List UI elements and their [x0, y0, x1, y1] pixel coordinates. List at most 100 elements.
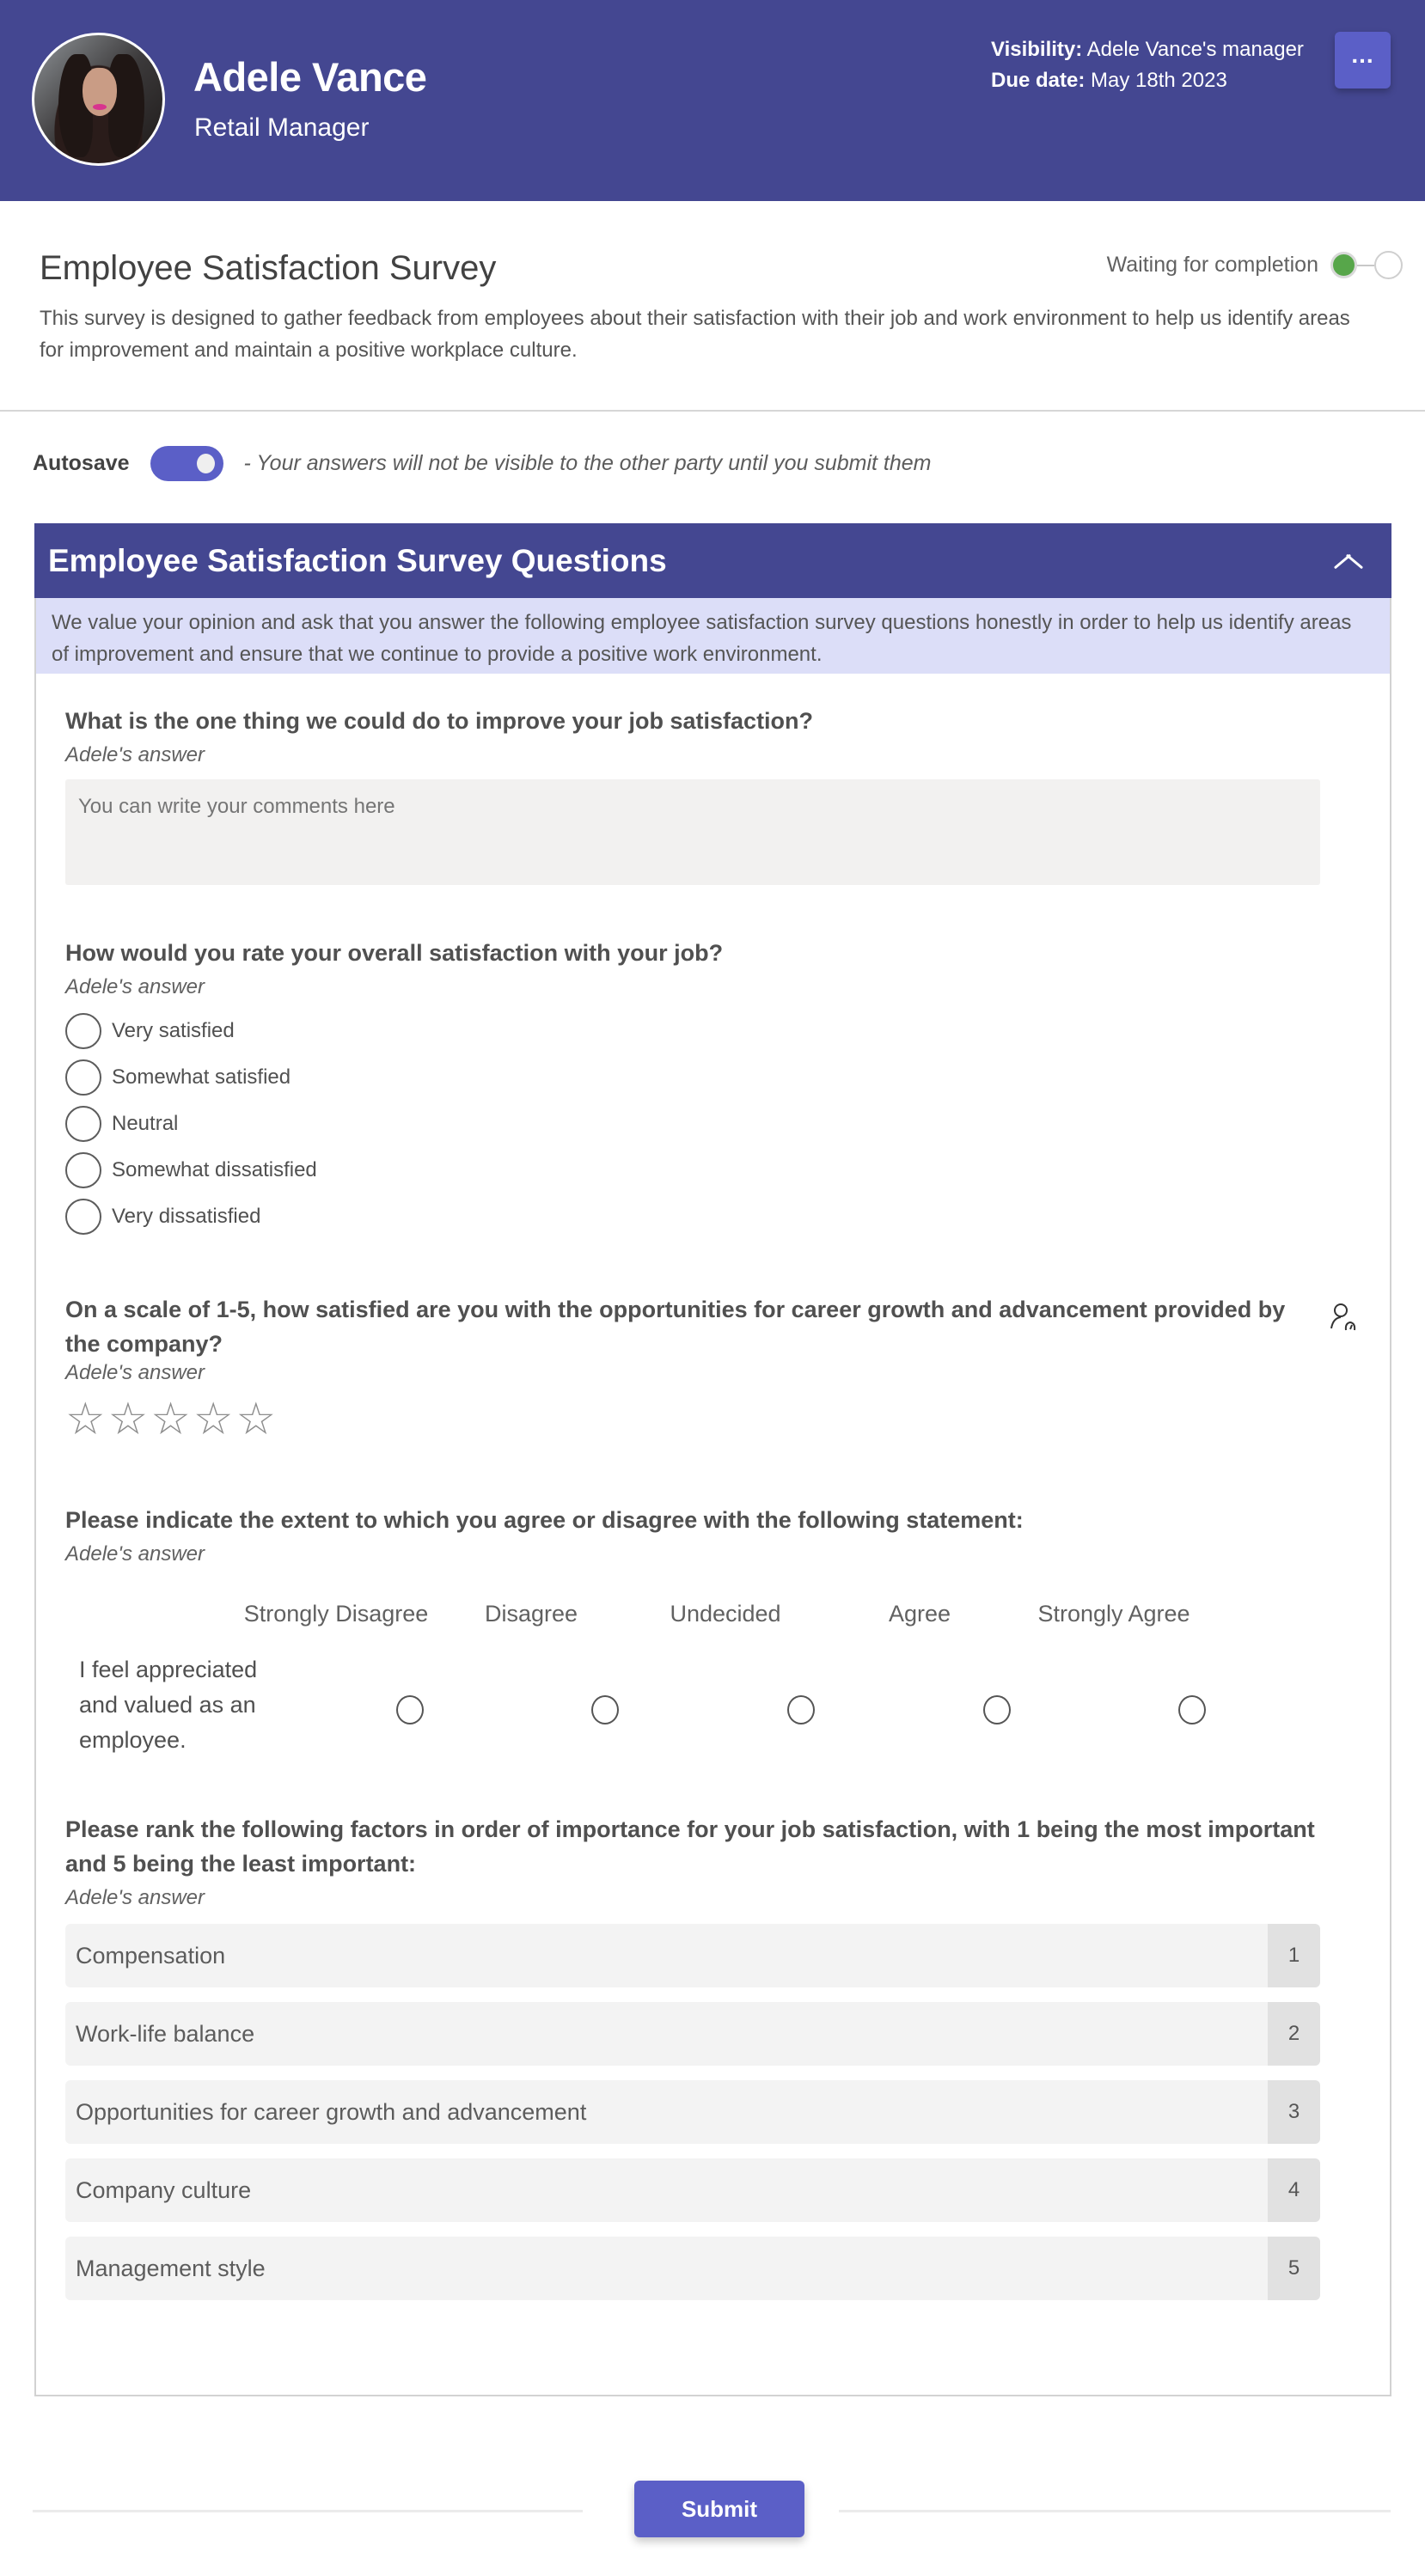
likert-radio-disagree[interactable] [591, 1695, 619, 1724]
option-somewhat-satisfied[interactable]: Somewhat satisfied [65, 1054, 1361, 1101]
visibility-row: Visibility: Adele Vance's manager [991, 34, 1304, 65]
rank-item-label: Company culture [76, 2176, 252, 2203]
option-label: Somewhat dissatisfied [112, 1158, 317, 1181]
user-name: Adele Vance [193, 54, 427, 100]
rank-item-label: Management style [76, 2255, 266, 2281]
radio-icon[interactable] [65, 1059, 101, 1096]
status-step-done-icon [1330, 252, 1357, 278]
star-rating: ☆ ☆ ☆ ☆ ☆ [65, 1394, 1361, 1445]
autosave-bar: Autosave - Your answers will not be visi… [0, 412, 1425, 523]
likert-column-header: Disagree [484, 1601, 578, 1627]
option-label: Somewhat satisfied [112, 1065, 291, 1089]
survey-title: Employee Satisfaction Survey [40, 249, 497, 287]
due-date-label: Due date: [991, 69, 1086, 92]
footer-divider-right [839, 2510, 1391, 2512]
completion-status: Waiting for completion [1107, 251, 1403, 279]
rank-item-label: Opportunities for career growth and adva… [76, 2098, 587, 2125]
option-label: Very satisfied [112, 1019, 235, 1042]
autosave-note: - Your answers will not be visible to th… [243, 451, 932, 475]
question-open-text: What is the one thing we could do to imp… [65, 704, 1361, 889]
likert-radio-strongly-agree[interactable] [1178, 1695, 1206, 1724]
rank-number: 2 [1268, 2002, 1320, 2066]
autosave-toggle[interactable] [150, 446, 223, 481]
question-title: On a scale of 1-5, how satisfied are you… [65, 1297, 1286, 1357]
due-date-value: May 18th 2023 [1091, 69, 1227, 92]
survey-description: This survey is designed to gather feedba… [40, 307, 1350, 362]
likert-column-header: Agree [888, 1601, 951, 1627]
footer: Submit [0, 2396, 1425, 2568]
radio-icon[interactable] [65, 1152, 101, 1188]
visibility-label: Visibility: [991, 38, 1083, 61]
rank-number: 5 [1268, 2237, 1320, 2300]
radio-icon[interactable] [65, 1106, 101, 1142]
rank-item[interactable]: Management style 5 [65, 2237, 1320, 2300]
question-title: Please indicate the extent to which you … [65, 1507, 1024, 1533]
likert-radio-strongly-disagree[interactable] [396, 1695, 424, 1724]
rank-number: 3 [1268, 2080, 1320, 2144]
assignment-meta: Visibility: Adele Vance's manager Due da… [991, 34, 1304, 96]
panel-intro: We value your opinion and ask that you a… [36, 598, 1390, 674]
answer-label: Adele's answer [65, 975, 205, 998]
option-very-satisfied[interactable]: Very satisfied [65, 1008, 1361, 1054]
questions-panel: Employee Satisfaction Survey Questions W… [34, 523, 1391, 2396]
rank-item[interactable]: Compensation 1 [65, 1924, 1320, 1987]
question-title: Please rank the following factors in ord… [65, 1816, 1315, 1877]
visibility-value: Adele Vance's manager [1086, 38, 1304, 61]
star-icon[interactable]: ☆ [65, 1394, 106, 1445]
due-date-row: Due date: May 18th 2023 [991, 65, 1304, 96]
rank-number: 1 [1268, 1924, 1320, 1987]
chevron-up-icon[interactable] [1335, 552, 1362, 570]
status-label: Waiting for completion [1106, 253, 1318, 277]
likert-column-header: Strongly Agree [1037, 1601, 1190, 1627]
status-step-connector [1357, 264, 1374, 266]
panel-title: Employee Satisfaction Survey Questions [48, 542, 667, 578]
likert-column-header: Strongly Disagree [243, 1601, 429, 1627]
likert-radio-agree[interactable] [983, 1695, 1011, 1724]
rank-item[interactable]: Opportunities for career growth and adva… [65, 2080, 1320, 2144]
profile-header: Adele Vance Retail Manager Visibility: A… [0, 0, 1425, 201]
radio-icon[interactable] [65, 1013, 101, 1049]
option-label: Very dissatisfied [112, 1205, 261, 1228]
likert-radio-undecided[interactable] [787, 1695, 815, 1724]
submit-button[interactable]: Submit [634, 2481, 804, 2537]
rank-item-label: Work-life balance [76, 2020, 255, 2047]
likert-statement: I feel appreciated and valued as an empl… [79, 1657, 258, 1753]
satisfaction-options: Very satisfied Somewhat satisfied Neutra… [65, 1008, 1361, 1240]
question-likert: Please indicate the extent to which you … [65, 1503, 1361, 1773]
status-step-pending-icon [1374, 251, 1403, 279]
more-options-button[interactable]: ... [1335, 32, 1391, 89]
autosave-label: Autosave [33, 451, 130, 475]
rank-number: 4 [1268, 2158, 1320, 2222]
radio-icon[interactable] [65, 1199, 101, 1235]
toggle-knob [196, 454, 215, 473]
answer-label: Adele's answer [65, 1361, 205, 1384]
footer-divider-left [33, 2510, 583, 2512]
rank-item[interactable]: Work-life balance 2 [65, 2002, 1320, 2066]
star-icon[interactable]: ☆ [108, 1394, 149, 1445]
star-icon[interactable]: ☆ [193, 1394, 234, 1445]
question-title: What is the one thing we could do to imp… [65, 708, 814, 734]
more-icon: ... [1351, 41, 1374, 68]
avatar-lips [93, 104, 107, 110]
likert-column-header: Undecided [670, 1601, 781, 1627]
question-rating: On a scale of 1-5, how satisfied are you… [65, 1292, 1361, 1445]
star-icon[interactable]: ☆ [236, 1394, 277, 1445]
ranking-list: Compensation 1 Work-life balance 2 Oppor… [65, 1924, 1361, 2300]
star-icon[interactable]: ☆ [150, 1394, 191, 1445]
likert-grid: Strongly Disagree Disagree Undecided Agr… [65, 1601, 1361, 1773]
person-feedback-icon[interactable] [1326, 1301, 1361, 1335]
survey-intro: Employee Satisfaction Survey Waiting for… [0, 201, 1425, 412]
comment-input[interactable] [65, 779, 1320, 885]
avatar [32, 33, 165, 166]
question-ranking: Please rank the following factors in ord… [65, 1812, 1361, 2315]
option-somewhat-dissatisfied[interactable]: Somewhat dissatisfied [65, 1147, 1361, 1193]
answer-label: Adele's answer [65, 743, 205, 766]
answer-label: Adele's answer [65, 1542, 205, 1566]
panel-header[interactable]: Employee Satisfaction Survey Questions [34, 523, 1391, 598]
question-title: How would you rate your overall satisfac… [65, 940, 724, 966]
option-neutral[interactable]: Neutral [65, 1101, 1361, 1147]
rank-item[interactable]: Company culture 4 [65, 2158, 1320, 2222]
user-role: Retail Manager [194, 113, 370, 142]
option-very-dissatisfied[interactable]: Very dissatisfied [65, 1193, 1361, 1240]
option-label: Neutral [112, 1112, 179, 1135]
